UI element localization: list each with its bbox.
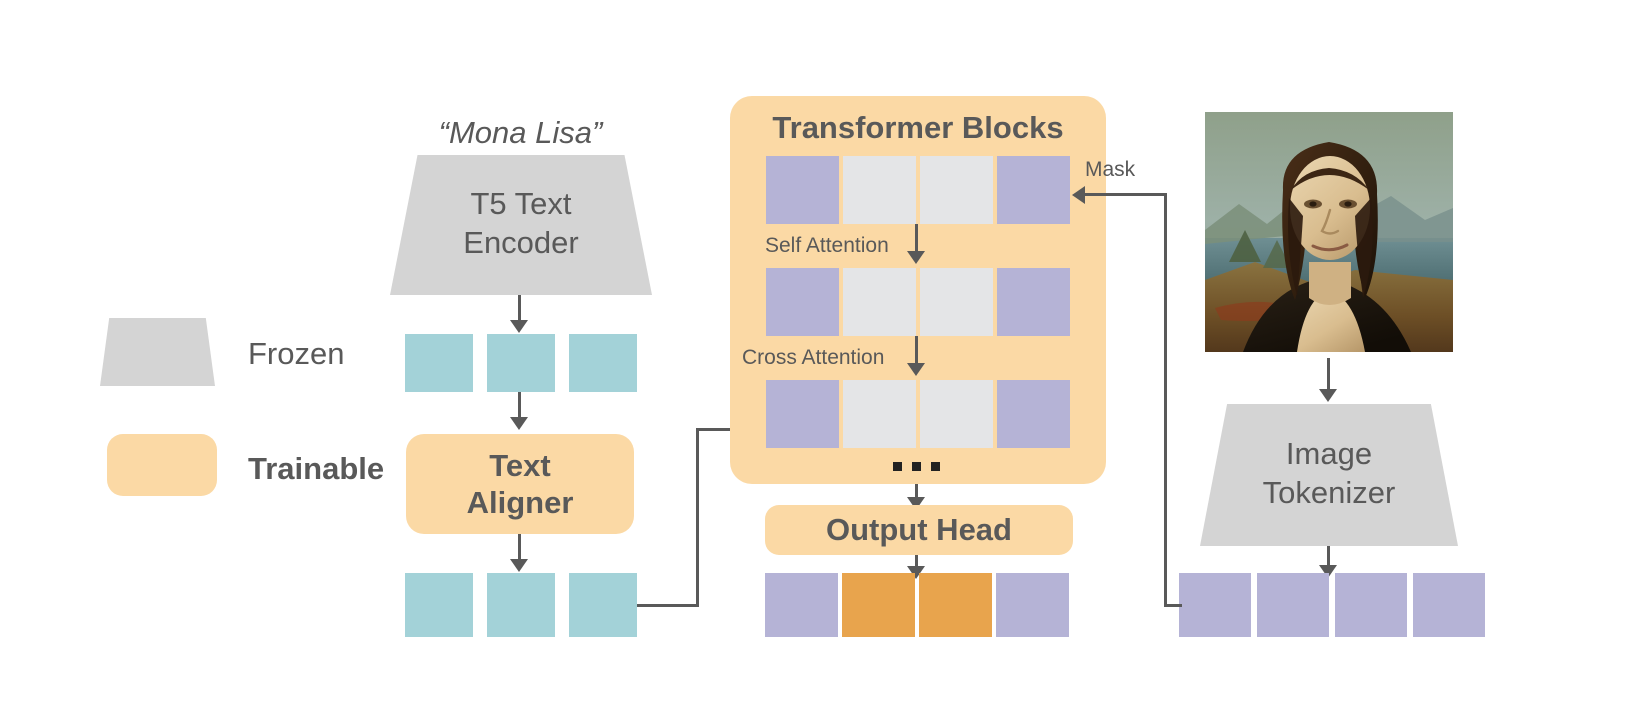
text-encoder-token-row	[405, 334, 637, 392]
visible-token	[997, 380, 1070, 448]
text-to-transformer-line-v	[696, 428, 699, 606]
mask-line-top	[1085, 193, 1167, 196]
cross-attention-label: Cross Attention	[742, 346, 885, 369]
ellipsis-dot	[893, 462, 902, 471]
tokens-to-aligner-line	[518, 392, 521, 420]
masked-token	[843, 156, 916, 224]
output-token-row	[765, 573, 1069, 637]
image-to-tokenizer-line	[1327, 358, 1330, 392]
legend: Frozen Trainable	[100, 318, 400, 518]
ellipsis-dot	[931, 462, 940, 471]
image-token	[1179, 573, 1251, 637]
self-attention-line	[915, 224, 918, 254]
cross-attention-arrowhead	[907, 363, 925, 376]
self-attention-arrowhead	[907, 251, 925, 264]
predicted-token	[842, 573, 915, 637]
text-token	[405, 334, 473, 392]
visible-token	[997, 156, 1070, 224]
self-attention-label: Self Attention	[765, 234, 889, 257]
image-tokenizer-block: Image Tokenizer	[1200, 404, 1458, 546]
aligned-text-token-row	[405, 573, 637, 637]
ellipsis-dot	[912, 462, 921, 471]
text-token	[569, 334, 637, 392]
legend-trainable-swatch	[107, 434, 217, 496]
masked-token	[843, 380, 916, 448]
t5-encoder-line-1: T5 Text	[470, 185, 572, 221]
context-token	[996, 573, 1069, 637]
context-token	[765, 573, 838, 637]
mask-line-vertical	[1164, 193, 1167, 606]
text-token	[569, 573, 637, 637]
visible-token	[766, 268, 839, 336]
text-aligner-line-2: Aligner	[466, 485, 574, 520]
text-aligner-line-1: Text	[489, 447, 551, 483]
text-aligner-label: Text Aligner	[467, 447, 574, 521]
masked-token	[920, 156, 993, 224]
output-head-block: Output Head	[765, 505, 1073, 555]
masked-token	[920, 268, 993, 336]
aligner-to-tokens-line	[518, 534, 521, 562]
cross-attention-line	[915, 336, 918, 366]
encoder-to-tokens-line	[518, 295, 521, 323]
masked-token	[843, 268, 916, 336]
text-token	[487, 334, 555, 392]
mona-lisa-image	[1205, 112, 1453, 352]
image-tokenizer-line-1: Image	[1285, 435, 1373, 471]
image-token	[1335, 573, 1407, 637]
t5-text-encoder-block: T5 Text Encoder	[390, 155, 652, 295]
output-head-label: Output Head	[826, 512, 1012, 548]
text-token	[405, 573, 473, 637]
image-token-row	[1179, 573, 1487, 637]
legend-frozen-label: Frozen	[248, 336, 345, 371]
transformer-token-row	[766, 268, 1070, 336]
mask-label: Mask	[1085, 158, 1136, 181]
image-tokenizer-label: Image Tokenizer	[1263, 434, 1396, 513]
text-aligner-block: Text Aligner	[406, 434, 634, 534]
image-token	[1413, 573, 1485, 637]
prompt-text: “Mona Lisa”	[438, 115, 603, 150]
visible-token	[766, 380, 839, 448]
text-to-transformer-line-h1	[637, 604, 699, 607]
t5-text-encoder-label: T5 Text Encoder	[463, 184, 578, 263]
image-tokenizer-line-2: Tokenizer	[1262, 475, 1396, 510]
transformer-blocks-title: Transformer Blocks	[772, 110, 1064, 145]
image-token	[1257, 573, 1329, 637]
transformer-repeat-ellipsis	[893, 462, 941, 474]
predicted-token	[919, 573, 992, 637]
masked-token	[920, 380, 993, 448]
transformer-token-row	[766, 156, 1070, 224]
architecture-diagram: Frozen Trainable “Mona Lisa” T5 Text Enc…	[0, 0, 1628, 708]
tokens-to-aligner-arrowhead	[510, 417, 528, 430]
visible-token	[766, 156, 839, 224]
text-token	[487, 573, 555, 637]
t5-encoder-line-2: Encoder	[463, 225, 579, 260]
mask-arrowhead	[1072, 186, 1085, 204]
transformer-token-row	[766, 380, 1070, 448]
visible-token	[997, 268, 1070, 336]
mona-lisa-artwork	[1205, 112, 1453, 352]
encoder-to-tokens-arrowhead	[510, 320, 528, 333]
image-to-tokenizer-arrowhead	[1319, 389, 1337, 402]
aligner-to-tokens-arrowhead	[510, 559, 528, 572]
legend-frozen-swatch	[100, 318, 215, 386]
legend-trainable-label: Trainable	[248, 451, 385, 486]
